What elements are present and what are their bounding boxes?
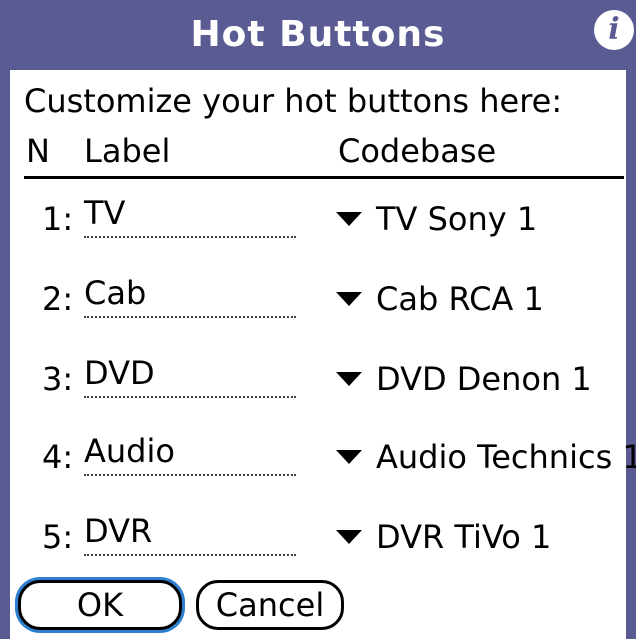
- dropdown-arrow-icon: [336, 372, 362, 386]
- column-header-label: Label: [84, 132, 171, 170]
- label-field[interactable]: Audio: [84, 428, 296, 476]
- label-field[interactable]: TV: [84, 190, 296, 238]
- row-number: 3:: [42, 360, 74, 398]
- dropdown-arrow-icon: [336, 212, 362, 226]
- header-divider: [24, 176, 624, 179]
- dropdown-arrow-icon: [336, 530, 362, 544]
- codebase-value: DVD Denon 1: [376, 360, 592, 398]
- intro-text: Customize your hot buttons here:: [24, 82, 563, 120]
- dropdown-arrow-icon: [336, 450, 362, 464]
- column-header-n: N: [26, 132, 50, 170]
- codebase-picker[interactable]: DVD Denon 1: [336, 360, 592, 398]
- hot-button-row: 1: TV TV Sony 1: [10, 190, 626, 250]
- hot-buttons-dialog: Hot Buttons i Customize your hot buttons…: [0, 0, 636, 639]
- label-field[interactable]: Cab: [84, 270, 296, 318]
- codebase-picker[interactable]: TV Sony 1: [336, 200, 537, 238]
- label-field[interactable]: DVD: [84, 350, 296, 398]
- cancel-button[interactable]: Cancel: [196, 580, 344, 630]
- info-icon[interactable]: i: [594, 10, 634, 50]
- row-number: 1:: [42, 200, 74, 238]
- window-title: Hot Buttons: [190, 14, 446, 55]
- row-number: 2:: [42, 280, 74, 318]
- dropdown-arrow-icon: [336, 292, 362, 306]
- codebase-picker[interactable]: Audio Technics 1: [336, 438, 636, 476]
- hot-button-row: 3: DVD DVD Denon 1: [10, 350, 626, 410]
- column-header-codebase: Codebase: [338, 132, 497, 170]
- codebase-picker[interactable]: DVR TiVo 1: [336, 518, 551, 556]
- hot-button-row: 4: Audio Audio Technics 1: [10, 428, 636, 488]
- codebase-value: DVR TiVo 1: [376, 518, 552, 556]
- row-number: 5:: [42, 518, 74, 556]
- codebase-value: TV Sony 1: [376, 200, 538, 238]
- row-number: 4:: [42, 438, 74, 476]
- codebase-value: Audio Technics 1: [376, 438, 636, 476]
- label-field[interactable]: DVR: [84, 508, 296, 556]
- ok-button[interactable]: OK: [18, 580, 182, 630]
- codebase-picker[interactable]: Cab RCA 1: [336, 280, 544, 318]
- hot-button-row: 2: Cab Cab RCA 1: [10, 270, 626, 330]
- title-bar: Hot Buttons i: [0, 0, 636, 70]
- codebase-value: Cab RCA 1: [376, 280, 544, 318]
- hot-button-row: 5: DVR DVR TiVo 1: [10, 508, 626, 568]
